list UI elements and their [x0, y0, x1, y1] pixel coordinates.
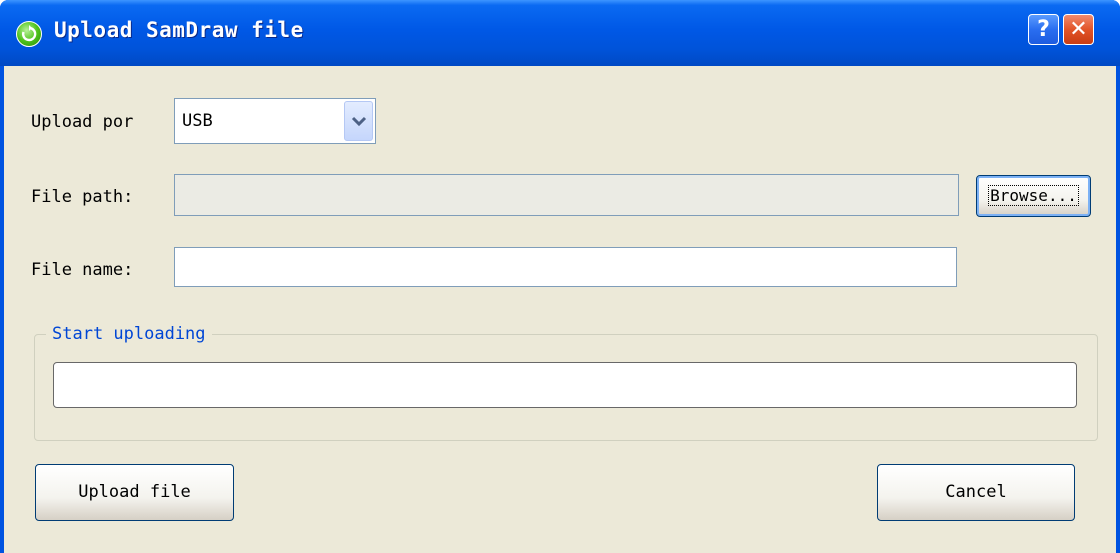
dialog-body: Upload por USB File path: Browse... File…	[4, 66, 1116, 553]
close-button[interactable]: ✕	[1063, 14, 1094, 45]
window-title: Upload SamDraw file	[54, 18, 304, 42]
upload-progress-bar	[53, 362, 1077, 408]
refresh-icon	[16, 21, 42, 47]
file-name-label: File name:	[31, 260, 134, 280]
cancel-button[interactable]: Cancel	[877, 464, 1075, 521]
title-bar[interactable]: Upload SamDraw file ? ✕	[0, 0, 1120, 66]
upload-por-value: USB	[182, 111, 213, 131]
upload-por-label: Upload por	[31, 112, 134, 132]
upload-file-button[interactable]: Upload file	[35, 464, 234, 521]
file-path-label: File path:	[31, 187, 134, 207]
group-title: Start uploading	[46, 324, 212, 344]
chevron-down-icon[interactable]	[344, 101, 373, 141]
help-button[interactable]: ?	[1028, 14, 1059, 45]
browse-button[interactable]: Browse...	[976, 175, 1091, 217]
upload-por-select[interactable]: USB	[174, 98, 376, 144]
upload-dialog: Upload SamDraw file ? ✕ Upload por USB F…	[0, 0, 1120, 553]
file-path-field[interactable]	[174, 174, 959, 216]
browse-label: Browse...	[988, 185, 1079, 206]
file-name-field[interactable]	[174, 247, 957, 287]
